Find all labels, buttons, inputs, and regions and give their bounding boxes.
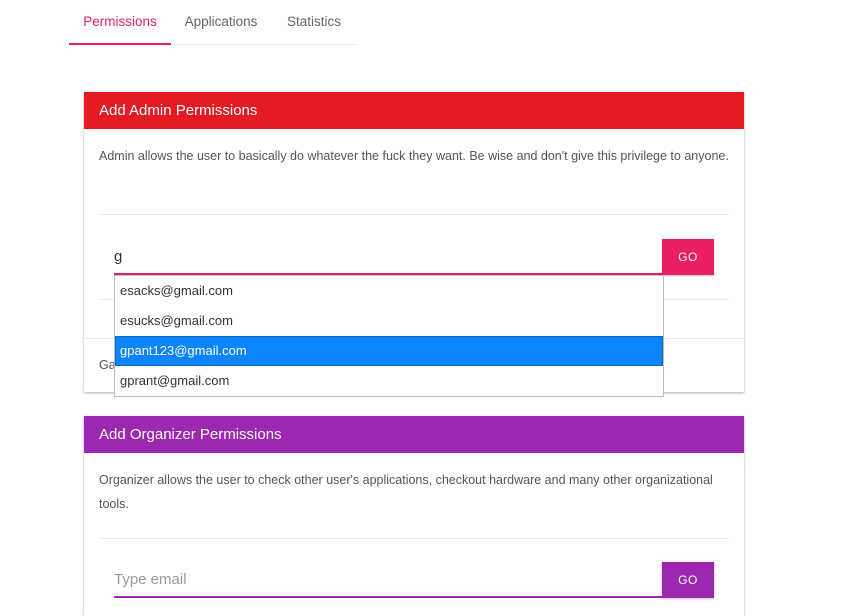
tab-bar: Permissions Applications Statistics [69, 0, 357, 45]
organizer-card-description: Organizer allows the user to check other… [99, 473, 713, 511]
tab-permissions[interactable]: Permissions [69, 0, 171, 44]
tab-statistics[interactable]: Statistics [271, 0, 357, 44]
organizer-email-field-wrapper [114, 562, 662, 598]
organizer-input-underline [114, 596, 662, 598]
autocomplete-item[interactable]: esacks@gmail.com [115, 276, 663, 306]
admin-card-title: Add Admin Permissions [84, 92, 744, 129]
organizer-email-input[interactable] [114, 562, 662, 596]
autocomplete-item-selected[interactable]: gpant123@gmail.com [115, 336, 663, 366]
organizer-permissions-card: Add Organizer Permissions Organizer allo… [84, 416, 744, 616]
autocomplete-item[interactable]: esucks@gmail.com [115, 306, 663, 336]
organizer-divider [99, 538, 729, 539]
admin-email-input[interactable] [114, 239, 662, 273]
admin-divider [99, 214, 729, 215]
email-autocomplete-dropdown: esacks@gmail.com esucks@gmail.com gpant1… [114, 275, 664, 397]
admin-card-description: Admin allows the user to basically do wh… [99, 149, 729, 163]
autocomplete-item[interactable]: gprant@gmail.com [115, 366, 663, 396]
organizer-card-title: Add Organizer Permissions [84, 416, 744, 453]
admin-email-field-wrapper [114, 239, 662, 275]
tab-applications[interactable]: Applications [171, 0, 271, 44]
admin-go-button[interactable]: GO [662, 239, 714, 275]
active-tab-indicator [69, 43, 171, 45]
organizer-go-button[interactable]: GO [662, 562, 714, 598]
